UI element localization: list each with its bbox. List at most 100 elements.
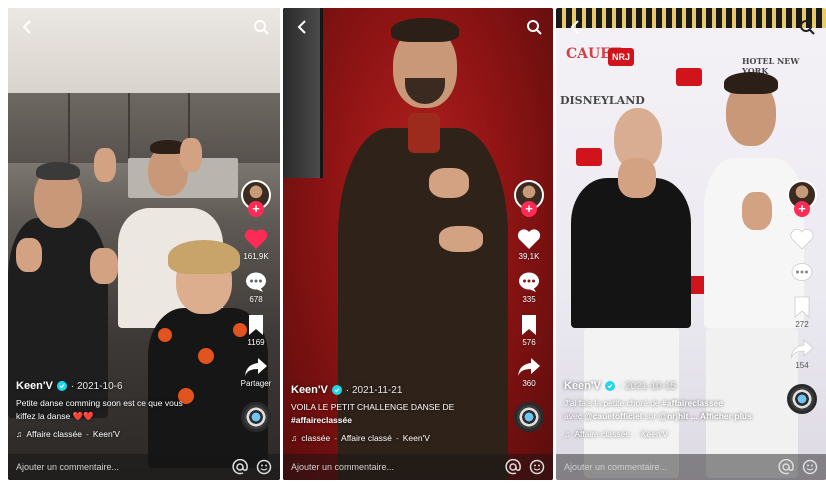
heart-icon <box>517 229 541 249</box>
description: VOILA LE PETIT CHALLENGE DANSE DE #affai… <box>291 402 455 425</box>
bookmark-icon <box>249 315 263 335</box>
follow-plus-icon[interactable]: + <box>794 201 810 217</box>
top-bar <box>291 16 545 38</box>
comment-input[interactable]: Ajouter un commentaire... <box>564 462 770 472</box>
save-button[interactable]: 272 <box>793 296 811 329</box>
share-count: 360 <box>522 379 536 388</box>
search-icon[interactable] <box>796 16 818 38</box>
author-name[interactable]: Keen'V <box>16 380 53 392</box>
like-button[interactable]: 39,1K <box>517 228 541 261</box>
tiktok-screenshots-collage: + 161,9K 678 1169 Partager Keen'V · 2021… <box>0 0 826 485</box>
follow-plus-icon[interactable]: + <box>248 201 264 217</box>
comment-button[interactable]: 335 <box>517 271 541 304</box>
heart-emoji: ❤️❤️ <box>72 411 94 421</box>
verified-badge-icon <box>331 385 342 395</box>
mention-at-icon[interactable] <box>778 459 794 475</box>
music-disc[interactable] <box>241 402 271 432</box>
music-disc-icon <box>514 402 544 432</box>
save-count: 1169 <box>247 338 265 347</box>
heart-icon <box>244 229 268 249</box>
creator-avatar[interactable]: + <box>514 180 544 217</box>
share-count: 154 <box>795 361 809 370</box>
verified-badge-icon <box>604 381 615 391</box>
video-caption: Keen'V · 2021-11-21 VOILA LE PETIT CHALL… <box>291 384 496 443</box>
like-button[interactable] <box>790 228 814 252</box>
music-note-icon: ♫ <box>564 429 571 439</box>
share-button[interactable]: Partager <box>240 357 272 388</box>
comment-bubble-icon <box>791 263 813 281</box>
save-count: 272 <box>795 320 809 329</box>
comment-bubble-icon <box>519 272 539 292</box>
share-arrow-icon <box>518 358 540 376</box>
search-icon[interactable] <box>523 16 545 38</box>
save-button[interactable]: 1169 <box>247 314 265 347</box>
post-date: 2021-10-15 <box>624 380 677 392</box>
emoji-icon[interactable] <box>529 459 545 475</box>
follow-plus-icon[interactable]: + <box>521 201 537 217</box>
video-panel-3[interactable]: CAUET NRJ DISNEYLAND HOTEL NEW YORK + 27… <box>556 8 826 480</box>
music-disc-icon <box>787 384 817 414</box>
post-date: 2021-10-6 <box>76 380 123 392</box>
share-button[interactable]: 154 <box>790 339 814 370</box>
mention-at-icon[interactable] <box>232 459 248 475</box>
music-info[interactable]: ♫ Affaire classée - Keen'V <box>564 429 774 439</box>
comment-bar: Ajouter un commentaire... <box>283 454 553 480</box>
action-rail: + 161,9K 678 1169 Partager <box>236 180 276 432</box>
creator-avatar[interactable]: + <box>787 180 817 217</box>
hashtag-link[interactable]: #affaireclassée <box>291 415 352 425</box>
top-bar <box>16 16 272 38</box>
description: Petite danse comming soon est ce que vou… <box>16 398 183 421</box>
video-panel-1[interactable]: + 161,9K 678 1169 Partager Keen'V · 2021… <box>8 8 280 480</box>
verified-badge-icon <box>56 381 67 391</box>
like-button[interactable]: 161,9K <box>243 228 269 261</box>
post-date: 2021-11-21 <box>351 384 403 396</box>
hashtag-link[interactable]: #affaireclassee <box>662 398 723 408</box>
music-disc-icon <box>241 402 271 432</box>
bookmark-icon <box>522 315 536 335</box>
music-title: Affaire classée <box>26 429 82 439</box>
music-artist: Keen'V <box>92 429 120 439</box>
comment-count: 335 <box>522 295 536 304</box>
comment-bar: Ajouter un commentaire... <box>556 454 826 480</box>
music-disc[interactable] <box>514 402 544 432</box>
author-name[interactable]: Keen'V <box>291 384 328 396</box>
save-button[interactable]: 576 <box>520 314 538 347</box>
comment-button[interactable] <box>790 262 814 286</box>
share-arrow-icon <box>245 358 267 376</box>
share-label: Partager <box>240 379 272 388</box>
share-button[interactable]: 360 <box>517 357 541 388</box>
like-count: 161,9K <box>243 252 269 261</box>
mention-link-2[interactable]: @nrjhit <box>659 411 689 421</box>
creator-avatar[interactable]: + <box>241 180 271 217</box>
comment-button[interactable]: 678 <box>244 271 268 304</box>
emoji-icon[interactable] <box>802 459 818 475</box>
comment-bubble-icon <box>246 272 266 292</box>
music-info[interactable]: ♫ classée - Affaire classé - Keen'V <box>291 433 496 443</box>
like-count: 39,1K <box>518 252 540 261</box>
back-arrow-icon[interactable] <box>564 16 586 38</box>
heart-icon <box>790 229 814 250</box>
show-more-link[interactable]: ... Afficher plus <box>691 411 752 421</box>
video-caption: Keen'V · 2021-10-6 Petite danse comming … <box>16 380 221 439</box>
kitchen-cabinets <box>8 93 280 163</box>
action-rail: + 39,1K 335 576 360 <box>509 180 549 432</box>
wall-logo-nrj: NRJ <box>608 48 634 66</box>
comment-count: 678 <box>249 295 263 304</box>
video-panel-2[interactable]: + 39,1K 335 576 360 Keen'V · 2021-11-21 … <box>283 8 553 480</box>
comment-input[interactable]: Ajouter un commentaire... <box>291 462 497 472</box>
save-count: 576 <box>522 338 536 347</box>
mention-at-icon[interactable] <box>505 459 521 475</box>
emoji-icon[interactable] <box>256 459 272 475</box>
back-arrow-icon[interactable] <box>291 16 313 38</box>
author-name[interactable]: Keen'V <box>564 380 601 392</box>
music-disc[interactable] <box>787 384 817 414</box>
back-arrow-icon[interactable] <box>16 16 38 38</box>
comment-bar: Ajouter un commentaire... <box>8 454 280 480</box>
description: J'ai fais la petite choré de #affairecla… <box>564 398 752 421</box>
share-arrow-icon <box>790 339 814 359</box>
mention-link-1[interactable]: @cauetofficiel <box>584 411 642 421</box>
comment-input[interactable]: Ajouter un commentaire... <box>16 462 224 472</box>
search-icon[interactable] <box>250 16 272 38</box>
top-bar <box>564 16 818 38</box>
music-info[interactable]: ♫ Affaire classée - Keen'V <box>16 429 221 439</box>
